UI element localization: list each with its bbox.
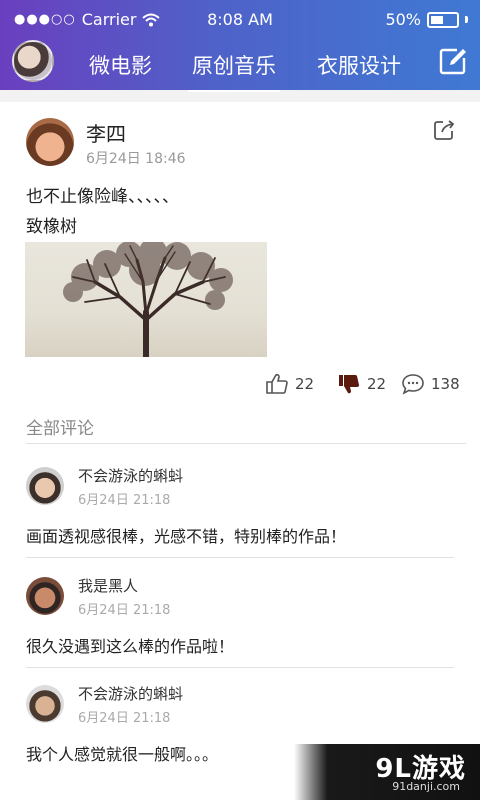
category-nav: 微电影 原创音乐 衣服设计 bbox=[0, 40, 480, 92]
comment-timestamp: 6月24日 21:18 bbox=[78, 603, 171, 618]
compose-icon[interactable] bbox=[438, 46, 468, 76]
author-name[interactable]: 李四 bbox=[86, 118, 126, 147]
post-header: 李四 6月24日 18:46 bbox=[26, 118, 456, 170]
thumbs-up-icon bbox=[266, 373, 288, 394]
post-actions: 22 22 138 bbox=[265, 370, 460, 398]
top-bar: ●●●○○ Carrier 8:08 AM 50% 微电影 原创音乐 衣服设计 bbox=[0, 0, 480, 92]
battery-icon bbox=[427, 11, 459, 28]
comment-timestamp: 6月24日 21:18 bbox=[78, 711, 171, 726]
battery-tip bbox=[465, 16, 468, 23]
dislike-count: 22 bbox=[367, 375, 387, 393]
like-count: 22 bbox=[295, 375, 315, 393]
comment-divider bbox=[26, 667, 454, 668]
comments-section-title: 全部评论 bbox=[26, 414, 466, 444]
post-image-tree[interactable] bbox=[25, 242, 267, 357]
post-text-line-1: 也不止像险峰、、、、、 bbox=[26, 187, 179, 207]
battery-percent: 50% bbox=[385, 10, 421, 29]
like-button[interactable]: 22 bbox=[265, 372, 314, 396]
commenter-name[interactable]: 我是黑人 bbox=[78, 575, 138, 596]
comment-button[interactable]: 138 bbox=[401, 372, 460, 396]
comment-count: 138 bbox=[431, 375, 460, 393]
post-card: 李四 6月24日 18:46 也不止像险峰、、、、、 致橡树 22 22 138… bbox=[0, 102, 480, 800]
commenter-avatar[interactable] bbox=[26, 685, 64, 723]
commenter-name[interactable]: 不会游泳的蝌蚪 bbox=[78, 465, 183, 486]
thumbs-down-icon bbox=[339, 374, 359, 394]
battery-status: 50% bbox=[385, 10, 468, 29]
watermark-url: 91danji.com bbox=[392, 780, 460, 793]
tab-micro-film[interactable]: 微电影 bbox=[89, 50, 152, 80]
commenter-name[interactable]: 不会游泳的蝌蚪 bbox=[78, 683, 183, 704]
comment-text: 画面透视感很棒，光感不错，特别棒的作品！ bbox=[26, 527, 347, 546]
tab-clothing-design[interactable]: 衣服设计 bbox=[317, 50, 401, 80]
comment-divider bbox=[26, 557, 454, 558]
user-avatar[interactable] bbox=[12, 40, 54, 82]
post-timestamp: 6月24日 18:46 bbox=[86, 151, 186, 167]
site-watermark: 9L游戏 91danji.com bbox=[294, 744, 480, 800]
status-bar: ●●●○○ Carrier 8:08 AM 50% bbox=[0, 0, 480, 40]
post-text-line-2: 致橡树 bbox=[26, 217, 77, 237]
tab-original-music[interactable]: 原创音乐 bbox=[188, 50, 280, 92]
share-icon[interactable] bbox=[432, 118, 456, 142]
commenter-avatar[interactable] bbox=[26, 467, 64, 505]
comment-timestamp: 6月24日 21:18 bbox=[78, 493, 171, 508]
comment-bubble-icon bbox=[402, 374, 424, 395]
commenter-avatar[interactable] bbox=[26, 577, 64, 615]
dislike-button[interactable]: 22 bbox=[337, 372, 386, 396]
comment-text: 我个人感觉就很一般啊。。。 bbox=[26, 745, 219, 764]
comment-text: 很久没遇到这么棒的作品啦！ bbox=[26, 637, 235, 656]
author-avatar[interactable] bbox=[26, 118, 74, 166]
